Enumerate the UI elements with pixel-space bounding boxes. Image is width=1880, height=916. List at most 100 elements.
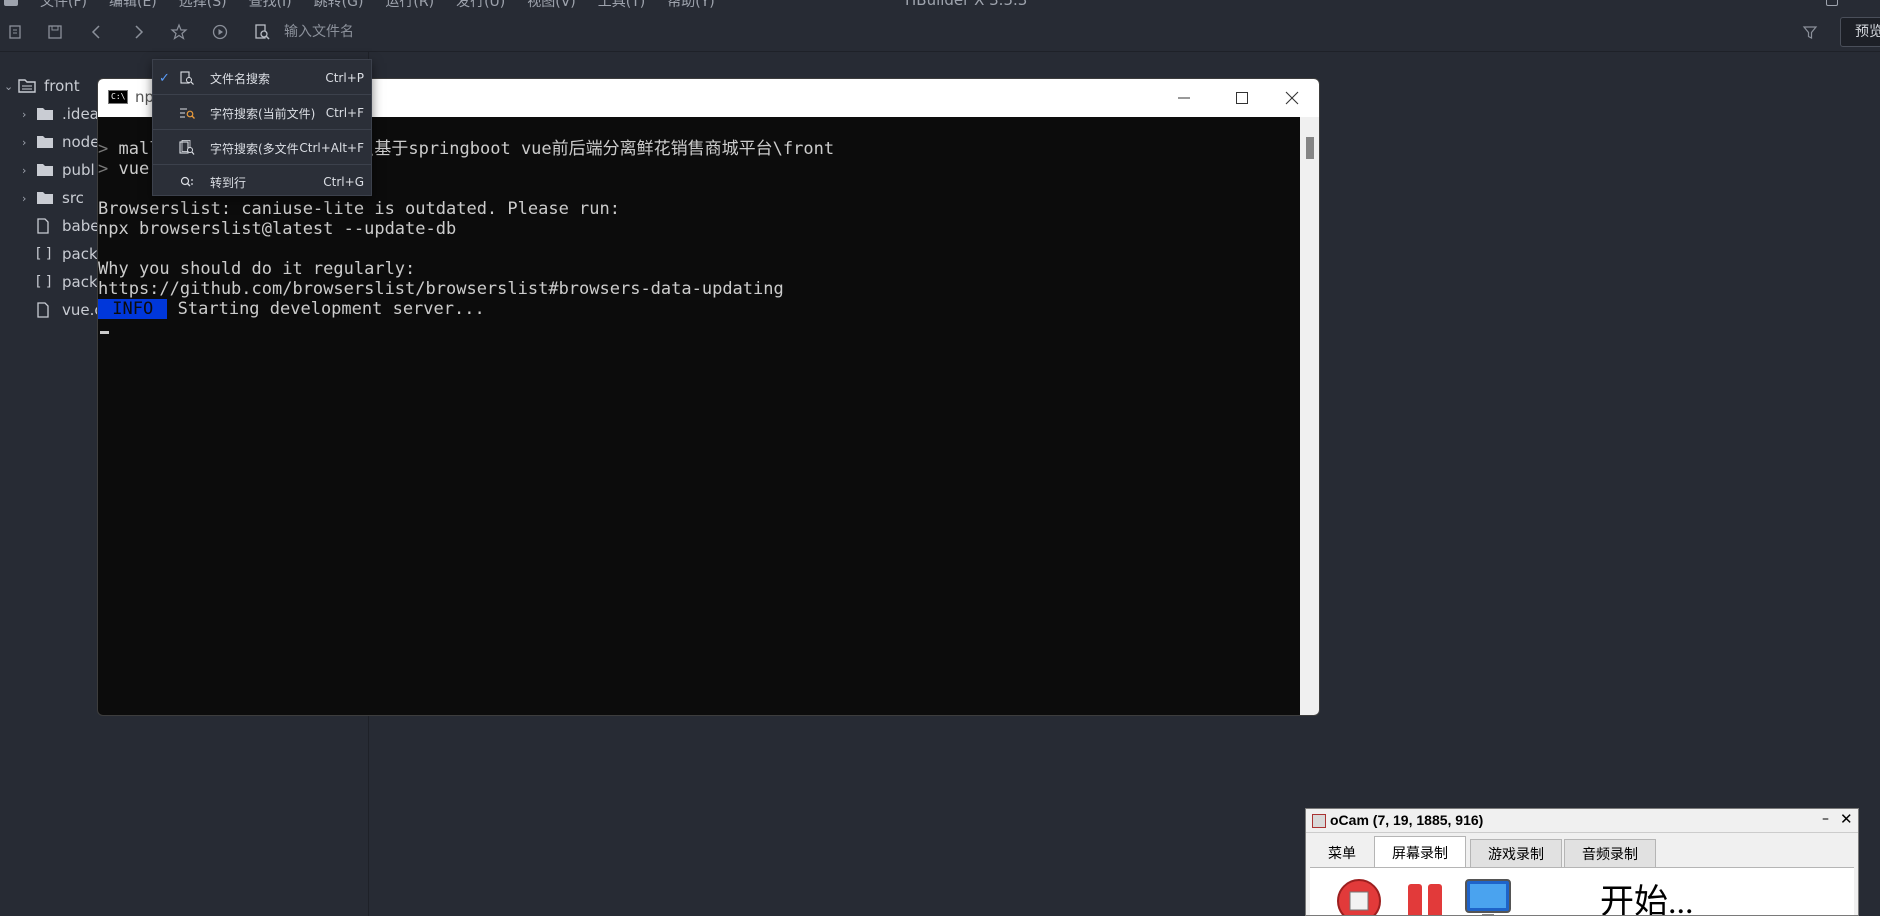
ocam-tab-audio-record[interactable]: 音频录制 [1564, 839, 1656, 867]
close-button[interactable] [1263, 79, 1319, 117]
check-icon: ✓ [159, 70, 170, 86]
tree-item-src[interactable]: › src [22, 186, 84, 210]
tree-item-public[interactable]: › publ [22, 158, 95, 182]
save-icon[interactable] [45, 22, 65, 42]
menu-separator [153, 129, 371, 130]
terminal-line: https://github.com/browserslist/browsers… [98, 279, 784, 299]
folder-icon [36, 162, 54, 178]
ocam-status-text: 开始... [1600, 884, 1694, 916]
menu-item-shortcut: Ctrl+G [323, 175, 364, 189]
toolbar: 预览 [0, 12, 1880, 52]
tree-item-label: publ [62, 161, 95, 179]
goto-line-icon [179, 174, 195, 190]
pause-icon [1408, 884, 1442, 915]
hbuilder-logo-icon [4, 0, 18, 6]
terminal-scrollbar[interactable] [1300, 117, 1319, 715]
menu-item-label: 字符搜索(当前文件) [210, 106, 316, 121]
multi-file-search-icon [179, 140, 195, 156]
screen-region-button[interactable] [1462, 876, 1512, 915]
tree-item-babel-config[interactable]: babe [36, 214, 99, 238]
ocam-control-panel: 开始... [1310, 867, 1854, 916]
terminal-line: Why you should do it regularly: [98, 259, 416, 279]
tree-item-label: .idea [62, 105, 99, 123]
ocam-titlebar[interactable]: oCam (7, 19, 1885, 916) – ✕ [1306, 809, 1858, 833]
scrollbar-thumb[interactable] [1306, 137, 1314, 159]
menu-publish[interactable]: 发行(U) [456, 0, 505, 8]
terminal-output[interactable]: > mall ing\基于springboot vue前后端分离鲜花销售商城平台… [98, 117, 1300, 715]
tree-root-front[interactable]: ⌄ front [4, 74, 80, 98]
chevron-right-icon[interactable]: › [22, 136, 36, 149]
file-search-mode-icon[interactable] [252, 22, 272, 42]
file-search-icon [179, 70, 195, 86]
menu-item-goto-line[interactable]: 转到行 Ctrl+G [153, 168, 371, 196]
ocam-app-icon [1312, 814, 1326, 828]
back-icon[interactable] [87, 22, 107, 42]
ocam-tab-screen-record[interactable]: 屏幕录制 [1374, 836, 1466, 868]
file-icon [36, 302, 54, 318]
tree-item-label: pack [62, 273, 98, 291]
terminal-line: INFO Starting development server... [98, 299, 485, 319]
menu-file[interactable]: 文件(F) [40, 0, 87, 8]
cmd-icon: C:\ [108, 90, 128, 104]
menu-run[interactable]: 运行(R) [385, 0, 434, 8]
tree-item-node-modules[interactable]: › node [22, 130, 99, 154]
menu-find[interactable]: 查找(I) [249, 0, 292, 8]
ocam-menu-tab[interactable]: 菜单 [1314, 839, 1370, 867]
menu-item-text-search-current[interactable]: 字符搜索(当前文件) Ctrl+F [153, 99, 371, 127]
ocam-minimize-icon[interactable]: – [1822, 811, 1829, 827]
run-icon[interactable] [210, 22, 230, 42]
tree-item-package-lock-json[interactable]: [ ] pack [36, 270, 98, 294]
menu-select[interactable]: 选择(S) [179, 0, 227, 8]
forward-icon[interactable] [128, 22, 148, 42]
menu-item-label: 字符搜索(多文件 [210, 141, 299, 156]
chevron-right-icon[interactable]: › [22, 192, 36, 205]
menu-goto[interactable]: 跳转(G) [314, 0, 364, 8]
ocam-tab-game-record[interactable]: 游戏录制 [1470, 839, 1562, 867]
preview-button[interactable]: 预览 [1840, 17, 1880, 47]
json-file-icon: [ ] [36, 274, 52, 290]
folder-icon [36, 134, 54, 150]
ocam-title: oCam (7, 19, 1885, 916) [1330, 812, 1484, 828]
project-folder-icon [18, 78, 36, 94]
app-title: HBuilder X 3.5.3 [905, 0, 1027, 8]
info-badge: INFO [98, 299, 168, 319]
search-input[interactable] [284, 21, 584, 43]
maximize-icon [1236, 92, 1248, 104]
terminal-line: npx browserslist@latest --update-db [98, 219, 457, 239]
chevron-down-icon[interactable]: ⌄ [4, 80, 18, 93]
window-restore-icon[interactable] [1826, 0, 1838, 6]
menu-item-shortcut: Ctrl+F [325, 106, 364, 120]
chevron-right-icon[interactable]: › [22, 164, 36, 177]
tree-item-label: babe [62, 217, 100, 235]
file-icon [36, 218, 54, 234]
record-stop-button[interactable] [1334, 876, 1384, 915]
pause-button[interactable] [1402, 876, 1452, 915]
menu-edit[interactable]: 编辑(E) [109, 0, 157, 8]
menu-item-label: 转到行 [210, 175, 247, 190]
chevron-right-icon[interactable]: › [22, 108, 36, 121]
ocam-close-icon[interactable]: ✕ [1840, 810, 1853, 828]
minimize-button[interactable] [1155, 79, 1213, 117]
monitor-icon [1465, 879, 1511, 915]
menu-help[interactable]: 帮助(Y) [667, 0, 714, 8]
tree-item-package-json[interactable]: [ ] pack [36, 242, 98, 266]
tree-item-idea[interactable]: › .idea [22, 102, 99, 126]
search-mode-menu: ✓ 文件名搜索 Ctrl+P 字符搜索(当前文件) Ctrl+F 字符搜索(多文… [152, 59, 372, 196]
ocam-window[interactable]: oCam (7, 19, 1885, 916) – ✕ 菜单 屏幕录制 游戏录制… [1305, 808, 1859, 916]
close-icon [1285, 91, 1299, 105]
menu-item-shortcut: Ctrl+P [325, 71, 364, 85]
tree-item-vue-config[interactable]: vue.c [36, 298, 103, 322]
terminal-cursor [100, 331, 109, 334]
terminal-line: Browserslist: caniuse-lite is outdated. … [98, 199, 620, 219]
filter-icon[interactable] [1800, 22, 1820, 42]
tree-item-label: front [44, 77, 80, 95]
menu-item-filename-search[interactable]: ✓ 文件名搜索 Ctrl+P [153, 64, 371, 92]
prompt-chevron-icon: > [98, 139, 109, 159]
menu-separator [153, 164, 371, 165]
star-icon[interactable] [169, 22, 189, 42]
menu-view[interactable]: 视图(V) [527, 0, 576, 8]
new-file-icon[interactable] [5, 22, 25, 42]
menu-item-text-search-multi[interactable]: 字符搜索(多文件 Ctrl+Alt+F [153, 134, 371, 162]
terminal-line: > vue- [98, 159, 159, 179]
menu-tools[interactable]: 工具(T) [598, 0, 645, 8]
